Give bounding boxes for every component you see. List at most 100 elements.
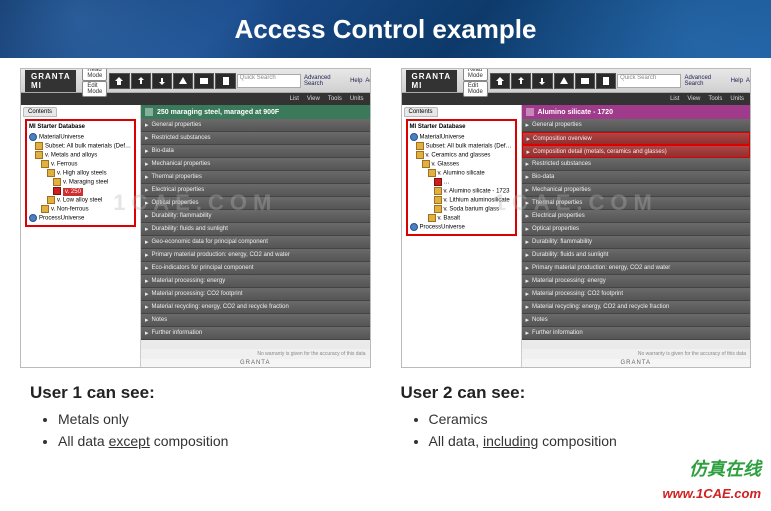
- section-row[interactable]: ▸Notes: [141, 314, 370, 327]
- tree-node[interactable]: v. Basalt: [410, 214, 513, 223]
- tree-node[interactable]: ProcessUniverse: [29, 214, 132, 223]
- section-row[interactable]: ▸Thermal properties: [522, 197, 751, 210]
- sidebar-tab-contents[interactable]: Contents: [23, 107, 57, 117]
- substitutes-icon[interactable]: [194, 73, 214, 89]
- section-row[interactable]: ▸Primary material production: energy, CO…: [141, 249, 370, 262]
- tree-node[interactable]: v. Alumino silicate - 1723: [410, 187, 513, 196]
- tree-node[interactable]: v. Maraging steel: [29, 178, 132, 187]
- section-row[interactable]: ▸Further information: [522, 327, 751, 340]
- subbar-view[interactable]: View: [307, 96, 320, 102]
- section-row[interactable]: ▸Durability: fluids and sunlight: [522, 249, 751, 262]
- import-icon[interactable]: [131, 73, 151, 89]
- tree-node[interactable]: v. 250: [29, 187, 132, 196]
- section-row[interactable]: ▸Notes: [522, 314, 751, 327]
- section-label: Durability: fluids and sunlight: [532, 252, 608, 258]
- section-label: Durability: fluids and sunlight: [152, 226, 228, 232]
- optimize-icon[interactable]: [152, 73, 172, 89]
- section-row[interactable]: ▸Mechanical properties: [522, 184, 751, 197]
- section-row[interactable]: ▸Composition detail (metals, ceramics an…: [522, 145, 751, 158]
- substitute-icon[interactable]: [173, 73, 193, 89]
- tree-node[interactable]: v. Non-ferrous: [29, 205, 132, 214]
- tree-node[interactable]: v. Ceramics and glasses: [410, 151, 513, 160]
- section-row[interactable]: ▸Optical properties: [141, 197, 370, 210]
- section-row[interactable]: ▸Material recycling: energy, CO2 and rec…: [522, 301, 751, 314]
- subbar-units[interactable]: Units: [730, 96, 744, 102]
- admin-link[interactable]: Admin: [746, 78, 751, 84]
- tree-node[interactable]: MaterialUniverse: [410, 133, 513, 142]
- tree-title: MI Starter Database: [410, 123, 513, 131]
- caption-list: CeramicsAll data, including composition: [401, 411, 742, 449]
- tree-node[interactable]: v. High alloy steels: [29, 169, 132, 178]
- advanced-search-link[interactable]: Advanced Search: [304, 75, 347, 87]
- section-row[interactable]: ▸Eco-indicators for principal component: [141, 262, 370, 275]
- edit-mode-button[interactable]: Edit Mode: [82, 81, 107, 97]
- folder-icon: [35, 151, 43, 159]
- chevron-right-icon: ▸: [145, 329, 149, 337]
- sidebar-tab-contents[interactable]: Contents: [404, 107, 438, 117]
- section-row[interactable]: ▸Electrical properties: [522, 210, 751, 223]
- section-row[interactable]: ▸Restricted substances: [141, 132, 370, 145]
- help-link[interactable]: Help: [350, 78, 362, 84]
- section-row[interactable]: ▸Further information: [141, 327, 370, 340]
- admin-link[interactable]: Admin: [365, 78, 370, 84]
- read-mode-button[interactable]: Read Mode: [82, 68, 107, 81]
- section-row[interactable]: ▸Material processing: energy: [141, 275, 370, 288]
- section-row[interactable]: ▸Durability: flammability: [141, 210, 370, 223]
- section-row[interactable]: ▸Thermal properties: [141, 171, 370, 184]
- subbar-list[interactable]: List: [670, 96, 679, 102]
- tree-node[interactable]: v. Lithium aluminosilicate: [410, 196, 513, 205]
- tree-node[interactable]: v. Metals and alloys: [29, 151, 132, 160]
- section-row[interactable]: ▸Bio-data: [522, 171, 751, 184]
- caption-row: User 1 can see: Metals onlyAll data exce…: [0, 373, 771, 465]
- section-row[interactable]: ▸Primary material production: energy, CO…: [522, 262, 751, 275]
- section-row[interactable]: ▸Composition overview: [522, 132, 751, 145]
- tree-node[interactable]: v. Alumino silicate: [410, 169, 513, 178]
- tree-node[interactable]: ProcessUniverse: [410, 223, 513, 232]
- subbar-list[interactable]: List: [290, 96, 299, 102]
- section-row[interactable]: ▸Material processing: CO2 footprint: [141, 288, 370, 301]
- folder-icon: [416, 142, 424, 150]
- quick-search-input[interactable]: Quick Search: [617, 74, 681, 88]
- reports-icon[interactable]: [215, 73, 235, 89]
- section-row[interactable]: ▸Mechanical properties: [141, 158, 370, 171]
- subbar-tools[interactable]: Tools: [708, 96, 722, 102]
- section-label: Material processing: CO2 footprint: [152, 291, 243, 297]
- folder-icon: [41, 205, 49, 213]
- edit-mode-button[interactable]: Edit Mode: [463, 81, 488, 97]
- subbar-units[interactable]: Units: [350, 96, 364, 102]
- subbar-view[interactable]: View: [687, 96, 700, 102]
- advanced-search-link[interactable]: Advanced Search: [684, 75, 727, 87]
- section-row[interactable]: ▸Material processing: CO2 footprint: [522, 288, 751, 301]
- tree-node[interactable]: Subset: All bulk materials (Default): [410, 142, 513, 151]
- substitute-icon[interactable]: [554, 73, 574, 89]
- tree-node[interactable]: v. Ferrous: [29, 160, 132, 169]
- optimize-icon[interactable]: [532, 73, 552, 89]
- substitutes-icon[interactable]: [575, 73, 595, 89]
- home-icon[interactable]: [490, 73, 510, 89]
- reports-icon[interactable]: [596, 73, 616, 89]
- section-row[interactable]: ▸Material processing: energy: [522, 275, 751, 288]
- section-row[interactable]: ▸Durability: fluids and sunlight: [141, 223, 370, 236]
- tree-node[interactable]: v. Soda barium glass: [410, 205, 513, 214]
- home-icon[interactable]: [109, 73, 129, 89]
- tree-node[interactable]: v. Glasses: [410, 160, 513, 169]
- help-link[interactable]: Help: [731, 78, 743, 84]
- read-mode-button[interactable]: Read Mode: [463, 68, 488, 81]
- section-row[interactable]: ▸Electrical properties: [141, 184, 370, 197]
- section-row[interactable]: ▸Bio-data: [141, 145, 370, 158]
- quick-search-input[interactable]: Quick Search: [237, 74, 301, 88]
- subbar-tools[interactable]: Tools: [328, 96, 342, 102]
- section-row[interactable]: ▸Optical properties: [522, 223, 751, 236]
- section-row[interactable]: ▸Geo-economic data for principal compone…: [141, 236, 370, 249]
- tree-node[interactable]: MaterialUniverse: [29, 133, 132, 142]
- section-row[interactable]: ▸General properties: [141, 119, 370, 132]
- section-row[interactable]: ▸Material recycling: energy, CO2 and rec…: [141, 301, 370, 314]
- section-label: Electrical properties: [152, 187, 205, 193]
- import-icon[interactable]: [511, 73, 531, 89]
- tree-node[interactable]: v. Low alloy steel: [29, 196, 132, 205]
- tree-node[interactable]: Subset: All bulk materials (Default): [29, 142, 132, 151]
- section-row[interactable]: ▸Durability: flammability: [522, 236, 751, 249]
- tree-node[interactable]: v. Alumino silicate - 1720: [410, 178, 513, 187]
- section-row[interactable]: ▸Restricted substances: [522, 158, 751, 171]
- section-row[interactable]: ▸General properties: [522, 119, 751, 132]
